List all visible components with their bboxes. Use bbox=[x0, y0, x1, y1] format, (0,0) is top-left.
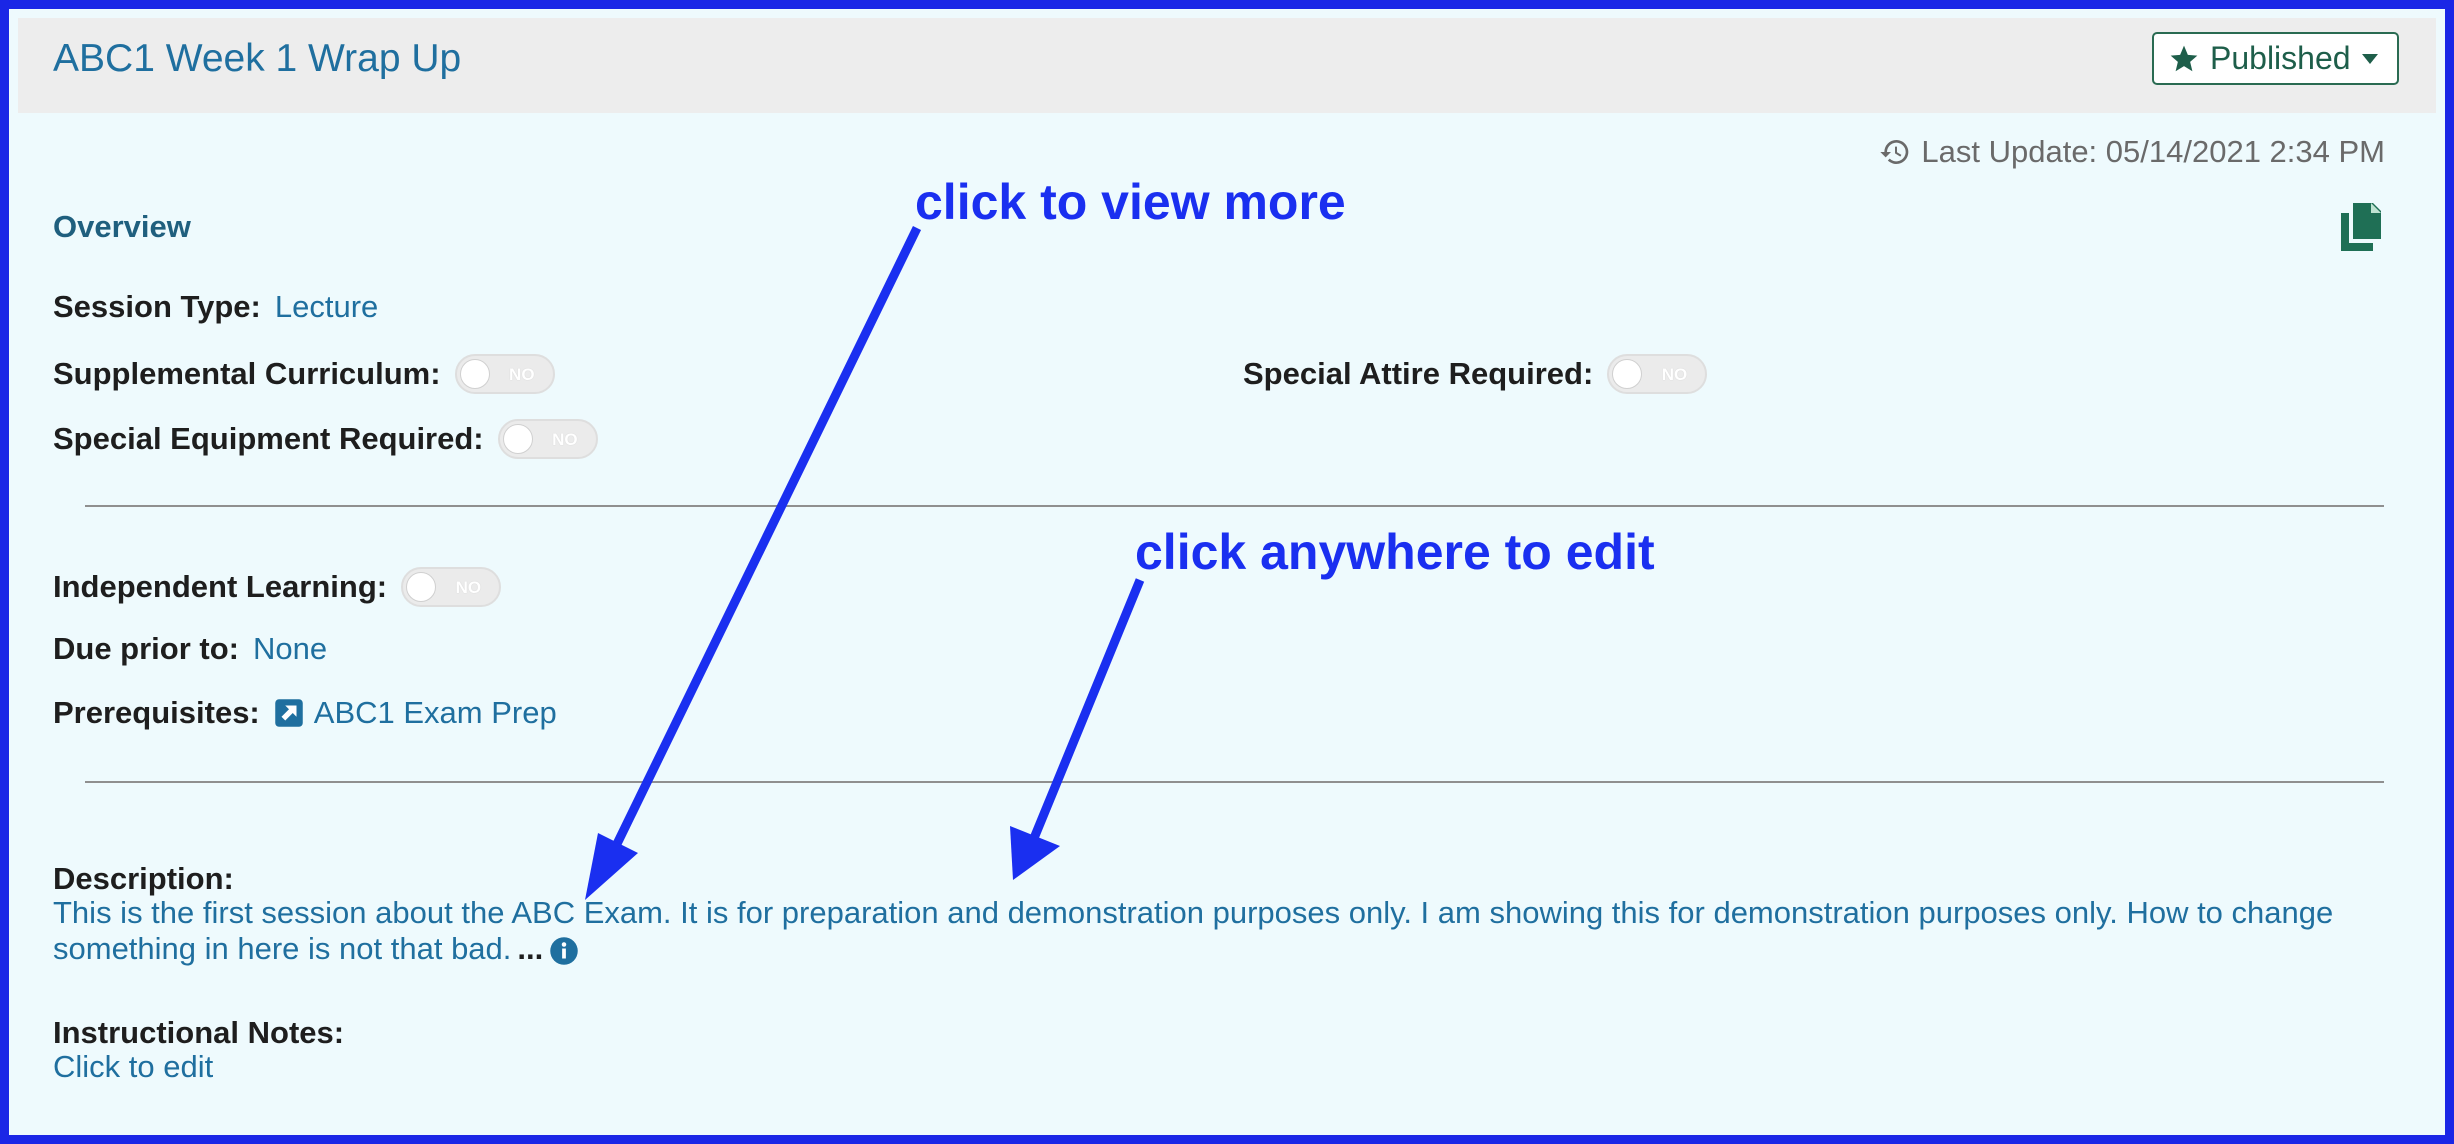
caret-down-icon bbox=[2361, 53, 2378, 64]
description-text-area[interactable]: This is the first session about the ABC … bbox=[53, 895, 2433, 967]
supplemental-curriculum-label: Supplemental Curriculum: bbox=[53, 356, 441, 391]
prerequisite-link-text: ABC1 Exam Prep bbox=[313, 695, 557, 730]
published-status-button[interactable]: Published bbox=[2152, 32, 2399, 85]
history-icon bbox=[1880, 140, 1909, 164]
special-attire-field: Special Attire Required: NO bbox=[1243, 354, 1708, 394]
supplemental-curriculum-toggle[interactable]: NO bbox=[454, 354, 555, 394]
toggle-knob bbox=[406, 572, 437, 602]
due-prior-to-label: Due prior to: bbox=[53, 631, 239, 666]
toggle-knob bbox=[1612, 359, 1643, 389]
last-update: Last Update: 05/14/2021 2:34 PM bbox=[1879, 134, 2385, 170]
prerequisites-label: Prerequisites: bbox=[53, 695, 260, 730]
copy-icon[interactable] bbox=[2341, 203, 2381, 251]
toggle-text: NO bbox=[455, 578, 482, 597]
independent-learning-toggle[interactable]: NO bbox=[401, 567, 502, 607]
due-prior-to-value[interactable]: None bbox=[253, 631, 327, 667]
toggle-text: NO bbox=[509, 365, 535, 384]
session-type-value[interactable]: Lecture bbox=[275, 289, 378, 325]
star-icon bbox=[2170, 45, 2198, 71]
annotation-edit-anywhere: click anywhere to edit bbox=[1135, 524, 1655, 580]
annotation-view-more: click to view more bbox=[915, 174, 1346, 230]
toggle-knob bbox=[459, 359, 490, 389]
prerequisites-field: Prerequisites: ABC1 Exam Prep bbox=[53, 695, 557, 731]
session-header: ABC1 Week 1 Wrap Up Published bbox=[18, 18, 2436, 113]
instructional-notes-edit[interactable]: Click to edit bbox=[53, 1049, 213, 1085]
section-divider bbox=[85, 505, 2384, 507]
toggle-text: NO bbox=[1661, 365, 1688, 384]
info-icon[interactable] bbox=[549, 936, 579, 966]
page-title: ABC1 Week 1 Wrap Up bbox=[53, 37, 462, 80]
instructional-notes-label: Instructional Notes: bbox=[53, 1015, 345, 1050]
published-status-label: Published bbox=[2210, 40, 2351, 76]
supplemental-curriculum-field: Supplemental Curriculum: NO bbox=[53, 354, 555, 394]
special-equipment-label: Special Equipment Required: bbox=[53, 421, 484, 456]
view-more-ellipsis[interactable]: ... bbox=[517, 931, 543, 966]
special-equipment-field: Special Equipment Required: NO bbox=[53, 419, 598, 459]
section-divider bbox=[85, 781, 2384, 783]
description-text: This is the first session about the ABC … bbox=[53, 895, 2334, 966]
special-equipment-toggle[interactable]: NO bbox=[497, 419, 598, 459]
special-attire-toggle[interactable]: NO bbox=[1607, 354, 1708, 394]
session-type-label: Session Type: bbox=[53, 289, 261, 324]
overview-heading: Overview bbox=[53, 209, 191, 244]
special-attire-label: Special Attire Required: bbox=[1243, 356, 1594, 391]
last-update-text: Last Update: 05/14/2021 2:34 PM bbox=[1921, 134, 2385, 169]
due-prior-to-field: Due prior to: None bbox=[53, 631, 327, 667]
toggle-text: NO bbox=[552, 430, 578, 449]
independent-learning-label: Independent Learning: bbox=[53, 569, 388, 604]
independent-learning-field: Independent Learning: NO bbox=[53, 567, 502, 607]
external-link-icon bbox=[275, 699, 303, 727]
session-type-field: Session Type: Lecture bbox=[53, 289, 378, 325]
screenshot-frame: ABC1 Week 1 Wrap Up Published Last Updat… bbox=[0, 0, 2454, 1144]
description-label: Description: bbox=[53, 861, 234, 896]
prerequisite-link[interactable]: ABC1 Exam Prep bbox=[274, 695, 557, 731]
toggle-knob bbox=[502, 424, 533, 454]
